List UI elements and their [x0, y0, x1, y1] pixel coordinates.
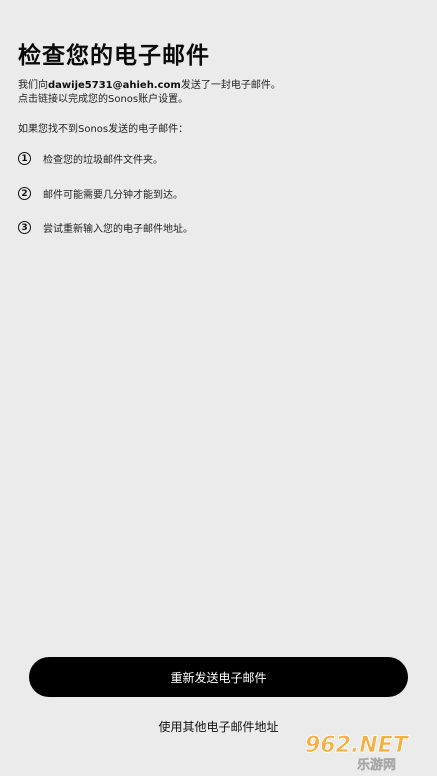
- step-1-text: 检查您的垃圾邮件文件夹。: [43, 155, 163, 166]
- intro-text: 我们向dawije5731@ahieh.com发送了一封电子邮件。 点击链接以完…: [18, 79, 281, 107]
- watermark-sub: 乐游网: [357, 757, 396, 772]
- step-3-text: 尝试重新输入您的电子邮件地址。: [43, 224, 193, 235]
- page-title: 检查您的电子邮件: [18, 43, 210, 69]
- step-2-text: 邮件可能需要几分钟才能到达。: [43, 190, 183, 201]
- intro-prefix: 我们向: [18, 80, 48, 91]
- step-3-number-icon: 3: [18, 221, 31, 234]
- step-1-number-icon: 1: [18, 152, 31, 165]
- step-2: 2 邮件可能需要几分钟才能到达。: [18, 186, 183, 201]
- step-3: 3 尝试重新输入您的电子邮件地址。: [18, 220, 193, 235]
- intro-line-2: 点击链接以完成您的Sonos账户设置。: [18, 94, 189, 105]
- resend-email-button[interactable]: 重新发送电子邮件: [29, 657, 408, 697]
- watermark-logo: 962.NET 乐游网: [305, 733, 411, 772]
- step-2-number-icon: 2: [18, 187, 31, 200]
- step-1: 1 检查您的垃圾邮件文件夹。: [18, 151, 163, 166]
- watermark-brand: 962.NET: [305, 733, 410, 758]
- intro-suffix: 发送了一封电子邮件。: [180, 80, 281, 91]
- intro-line-1: 我们向dawije5731@ahieh.com发送了一封电子邮件。: [18, 79, 281, 93]
- intro-email: dawije5731@ahieh.com: [48, 80, 181, 91]
- not-found-heading: 如果您找不到Sonos发送的电子邮件：: [18, 124, 189, 135]
